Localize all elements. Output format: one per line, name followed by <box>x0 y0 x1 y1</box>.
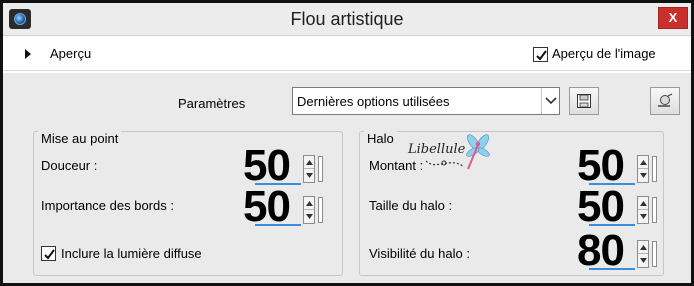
spin-down-icon[interactable] <box>638 254 648 267</box>
expand-arrow-icon[interactable] <box>25 49 31 59</box>
visibilite-underline <box>589 268 635 270</box>
bords-underline <box>255 224 301 226</box>
bords-spinner[interactable] <box>303 196 315 224</box>
preview-toggle-label[interactable]: Aperçu <box>50 46 91 61</box>
diffuse-light-checkbox[interactable] <box>41 246 56 261</box>
montant-value[interactable]: 50 <box>577 144 625 188</box>
image-preview-label[interactable]: Aperçu de l'image <box>552 46 656 61</box>
montant-spinner[interactable] <box>637 155 649 183</box>
spin-down-icon[interactable] <box>304 169 314 182</box>
visibilite-spinner[interactable] <box>637 240 649 268</box>
dialog-window: Flou artistique X Aperçu Aperçu de l'ima… <box>0 0 694 286</box>
spin-up-icon[interactable] <box>638 156 648 169</box>
montant-slider[interactable] <box>652 156 657 182</box>
image-preview-checkbox[interactable] <box>533 47 548 62</box>
preset-dropdown[interactable]: Dernières options utilisées <box>292 87 560 115</box>
chevron-down-icon[interactable] <box>541 88 559 114</box>
watermark-logo: Libellule <box>406 131 496 181</box>
checkmark-icon <box>44 249 55 260</box>
visibilite-slider[interactable] <box>652 241 657 267</box>
title-bar: Flou artistique X <box>3 3 691 36</box>
svg-text:Libellule: Libellule <box>407 142 466 157</box>
taille-slider[interactable] <box>652 197 657 223</box>
window-title: Flou artistique <box>290 9 404 29</box>
bords-slider[interactable] <box>318 197 323 223</box>
douceur-value[interactable]: 50 <box>243 144 291 188</box>
douceur-spinner[interactable] <box>303 155 315 183</box>
spin-down-icon[interactable] <box>638 169 648 182</box>
focus-group-title: Mise au point <box>38 131 122 146</box>
halo-group-title: Halo <box>364 131 397 146</box>
bords-value[interactable]: 50 <box>243 185 291 229</box>
checkmark-icon <box>536 50 547 61</box>
douceur-slider[interactable] <box>318 156 323 182</box>
diffuse-light-label[interactable]: Inclure la lumière diffuse <box>61 246 202 261</box>
parameters-label: Paramètres <box>178 96 246 111</box>
reset-icon <box>658 93 673 107</box>
taille-spinner[interactable] <box>637 196 649 224</box>
save-preset-button[interactable] <box>569 87 599 115</box>
spin-up-icon[interactable] <box>638 241 648 254</box>
spin-down-icon[interactable] <box>638 210 648 223</box>
douceur-label: Douceur : <box>41 158 98 173</box>
visibilite-label: Visibilité du halo : <box>369 246 470 261</box>
montant-label: Montant : <box>369 158 424 173</box>
bords-label: Importance des bords : <box>41 198 174 213</box>
taille-value[interactable]: 50 <box>577 185 625 229</box>
reset-button[interactable] <box>650 87 680 115</box>
visibilite-value[interactable]: 80 <box>577 229 625 273</box>
spin-down-icon[interactable] <box>304 210 314 223</box>
close-icon: X <box>668 10 678 25</box>
taille-label: Taille du halo : <box>369 198 453 213</box>
spin-up-icon[interactable] <box>304 197 314 210</box>
save-icon <box>577 94 591 108</box>
spin-up-icon[interactable] <box>638 197 648 210</box>
spin-up-icon[interactable] <box>304 156 314 169</box>
preset-value: Dernières options utilisées <box>297 94 450 109</box>
close-button[interactable]: X <box>658 7 688 29</box>
